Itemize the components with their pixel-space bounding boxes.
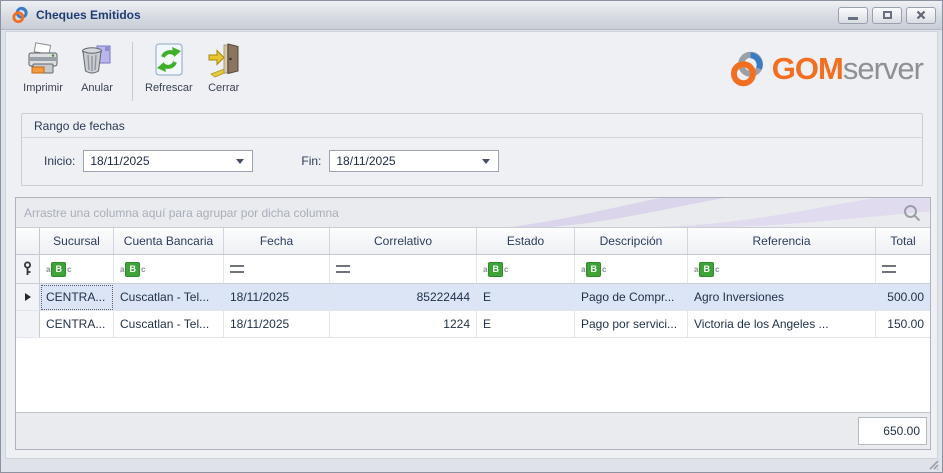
inicio-label: Inicio: — [44, 154, 76, 168]
imprimir-label: Imprimir — [23, 82, 63, 94]
equals-filter-icon — [336, 265, 350, 273]
filter-cell-referencia[interactable]: aBc — [688, 255, 876, 283]
anular-button[interactable]: Anular — [70, 38, 124, 97]
toolbar: Imprimir Anular Refrescar Cerrar GOMserv… — [6, 32, 937, 109]
inicio-date-value: 18/11/2025 — [90, 154, 150, 168]
window-title: Cheques Emitidos — [36, 8, 141, 22]
cell-cuenta-bancaria[interactable]: Cuscatlan - Tel... — [114, 284, 224, 311]
filter-cell-sucursal[interactable]: aBc — [40, 255, 114, 283]
filter-row-indicator[interactable] — [16, 255, 40, 283]
filter-cell-correlativo[interactable] — [330, 255, 477, 283]
column-header-estado[interactable]: Estado — [477, 228, 575, 254]
trash-icon — [80, 41, 114, 79]
header-indicator-cell — [16, 228, 40, 254]
date-range-title: Rango de fechas — [22, 114, 922, 138]
filter-cell-total[interactable] — [876, 255, 930, 283]
grid-summary-footer: 650.00 — [16, 412, 930, 449]
minimize-icon — [848, 16, 858, 20]
cerrar-button[interactable]: Cerrar — [197, 38, 251, 97]
maximize-button[interactable] — [872, 6, 902, 24]
gomserver-brand: GOMserver — [728, 50, 924, 88]
grid-header-row: Sucursal Cuenta Bancaria Fecha Correlati… — [16, 228, 930, 255]
fin-date-value: 18/11/2025 — [336, 154, 396, 168]
maximize-icon — [882, 11, 892, 19]
imprimir-button[interactable]: Imprimir — [16, 38, 70, 97]
chevron-down-icon — [482, 158, 491, 164]
current-row-arrow-icon — [24, 293, 31, 301]
column-header-referencia[interactable]: Referencia — [688, 228, 876, 254]
cell-referencia[interactable]: Victoria de los Angeles ... — [688, 311, 876, 338]
column-header-total[interactable]: Total — [876, 228, 930, 254]
group-panel-hint: Arrastre una columna aquí para agrupar p… — [24, 205, 339, 220]
brand-server: server — [842, 51, 924, 86]
toolbar-separator — [132, 42, 133, 101]
fin-date-combo[interactable]: 18/11/2025 — [329, 150, 500, 172]
group-by-panel[interactable]: Arrastre una columna aquí para agrupar p… — [16, 198, 930, 228]
cell-descripcion[interactable]: Pago por servici... — [575, 311, 688, 338]
anular-label: Anular — [81, 82, 113, 94]
total-summary: 650.00 — [858, 417, 927, 445]
cell-correlativo[interactable]: 85222444 — [330, 284, 477, 311]
cheques-grid: Arrastre una columna aquí para agrupar p… — [15, 197, 931, 450]
cell-total[interactable]: 150.00 — [876, 311, 930, 338]
column-header-fecha[interactable]: Fecha — [224, 228, 330, 254]
cell-descripcion[interactable]: Pago de Compr... — [575, 284, 688, 311]
cell-fecha[interactable]: 18/11/2025 — [224, 311, 330, 338]
cell-sucursal[interactable]: CENTRA... — [40, 311, 114, 338]
grid-search-button[interactable] — [902, 203, 922, 223]
filter-cell-cuenta-bancaria[interactable]: aBc — [114, 255, 224, 283]
titlebar[interactable]: Cheques Emitidos — [1, 1, 942, 30]
cell-referencia[interactable]: Agro Inversiones — [688, 284, 876, 311]
equals-filter-icon — [230, 265, 244, 273]
filter-cell-fecha[interactable] — [224, 255, 330, 283]
refrescar-label: Refrescar — [145, 82, 193, 94]
row-indicator-cell — [16, 284, 40, 311]
printer-icon — [26, 41, 60, 79]
column-header-descripcion[interactable]: Descripción — [575, 228, 688, 254]
row-indicator-cell — [16, 311, 40, 338]
cell-fecha[interactable]: 18/11/2025 — [224, 284, 330, 311]
filter-cell-estado[interactable]: aBc — [477, 255, 575, 283]
client-area: Imprimir Anular Refrescar Cerrar GOMserv… — [5, 31, 938, 459]
filter-key-icon — [24, 261, 31, 275]
chevron-down-icon — [236, 158, 245, 164]
column-header-correlativo[interactable]: Correlativo — [330, 228, 477, 254]
equals-filter-icon — [882, 265, 896, 273]
cell-sucursal[interactable]: CENTRA... — [40, 284, 114, 311]
contains-filter-icon: aBc — [694, 261, 719, 277]
column-header-cuenta-bancaria[interactable]: Cuenta Bancaria — [114, 228, 224, 254]
date-range-groupbox: Rango de fechas Inicio: 18/11/2025 Fin: … — [21, 113, 923, 186]
contains-filter-icon: aBc — [483, 261, 508, 277]
search-icon — [904, 204, 921, 221]
cell-estado[interactable]: E — [477, 311, 575, 338]
filter-cell-descripcion[interactable]: aBc — [575, 255, 688, 283]
fin-label: Fin: — [301, 154, 322, 168]
refrescar-button[interactable]: Refrescar — [141, 38, 197, 97]
cell-cuenta-bancaria[interactable]: Cuscatlan - Tel... — [114, 311, 224, 338]
decorative-swoosh — [510, 198, 930, 227]
cell-total[interactable]: 500.00 — [876, 284, 930, 311]
brand-gom: GOM — [771, 51, 844, 86]
grid-empty-area — [16, 338, 930, 412]
exit-door-icon — [207, 41, 241, 79]
refresh-icon — [152, 41, 186, 79]
resize-grip[interactable] — [926, 457, 939, 470]
cell-correlativo[interactable]: 1224 — [330, 311, 477, 338]
table-row[interactable]: CENTRA... Cuscatlan - Tel... 18/11/2025 … — [16, 311, 930, 338]
gomserver-rings-icon — [730, 51, 763, 87]
close-button[interactable] — [906, 6, 936, 24]
cell-estado[interactable]: E — [477, 284, 575, 311]
gomserver-logo-icon — [12, 6, 28, 24]
table-row[interactable]: CENTRA... Cuscatlan - Tel... 18/11/2025 … — [16, 284, 930, 311]
cerrar-label: Cerrar — [208, 82, 240, 94]
close-icon — [916, 10, 926, 20]
contains-filter-icon: aBc — [581, 261, 606, 277]
inicio-date-combo[interactable]: 18/11/2025 — [83, 150, 254, 172]
contains-filter-icon: aBc — [46, 261, 71, 277]
filter-row: aBc aBc aBc aBc aBc — [16, 255, 930, 284]
column-header-sucursal[interactable]: Sucursal — [40, 228, 114, 254]
app-window: Cheques Emitidos Imprimir Anular Refresc… — [0, 0, 943, 473]
minimize-button[interactable] — [838, 6, 868, 24]
contains-filter-icon: aBc — [120, 261, 145, 277]
